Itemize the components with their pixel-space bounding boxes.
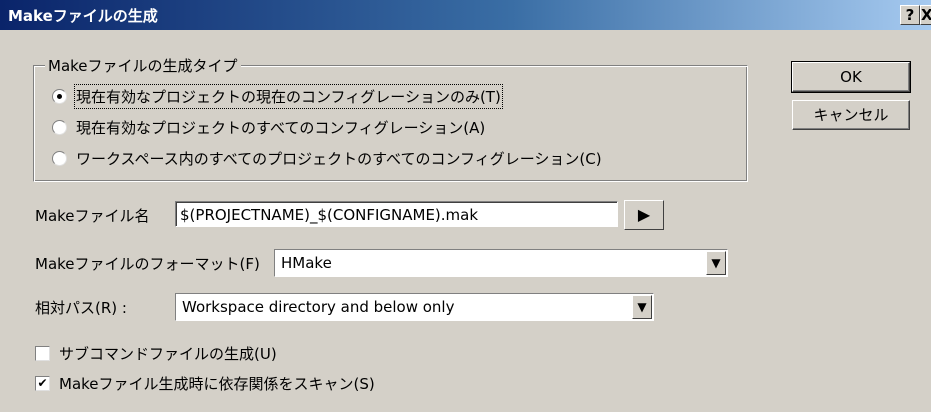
radio-button-checked[interactable] — [52, 89, 67, 104]
radio-label: ワークスペース内のすべてのプロジェクトのすべてのコンフィグレーション(C) — [76, 150, 602, 168]
makefile-format-value: HMake — [281, 254, 332, 272]
radio-label: 現在有効なプロジェクトのすべてのコンフィグレーション(A) — [76, 119, 486, 137]
cancel-button[interactable]: キャンセル — [792, 100, 910, 130]
scan-dependencies-label: Makeファイル生成時に依存関係をスキャン(S) — [59, 375, 375, 393]
relative-path-value: Workspace directory and below only — [182, 298, 455, 316]
window-title: Makeファイルの生成 — [8, 7, 158, 25]
generation-type-legend: Makeファイルの生成タイプ — [45, 55, 241, 76]
makefile-format-select[interactable]: HMake ▼ — [274, 249, 728, 277]
makefile-name-label: Makeファイル名 — [35, 207, 150, 225]
browse-arrow-button[interactable]: ▶ — [624, 200, 664, 230]
dropdown-arrow-icon[interactable]: ▼ — [706, 251, 726, 275]
help-button[interactable]: ? — [900, 5, 920, 25]
makefile-name-input[interactable]: $(PROJECTNAME)_$(CONFIGNAME).mak — [175, 201, 618, 227]
relative-path-label: 相対パス(R) : — [35, 299, 127, 317]
relative-path-select[interactable]: Workspace directory and below only ▼ — [175, 293, 654, 321]
close-button[interactable]: X — [920, 5, 931, 25]
subcommand-label: サブコマンドファイルの生成(U) — [59, 345, 277, 363]
play-arrow-icon: ▶ — [637, 205, 651, 224]
radio-button[interactable] — [52, 120, 67, 135]
scan-dependencies-checkbox[interactable]: ✔ — [35, 376, 50, 391]
subcommand-checkbox[interactable] — [35, 346, 50, 361]
makefile-format-label: Makeファイルのフォーマット(F) — [35, 255, 260, 273]
dropdown-arrow-icon[interactable]: ▼ — [632, 295, 652, 319]
checkmark-icon: ✔ — [37, 376, 48, 390]
title-bar: Makeファイルの生成 ? X — [0, 0, 931, 30]
ok-button[interactable]: OK — [791, 61, 911, 93]
radio-label: 現在有効なプロジェクトの現在のコンフィグレーションのみ(T) — [74, 84, 503, 109]
radio-button[interactable] — [52, 151, 67, 166]
